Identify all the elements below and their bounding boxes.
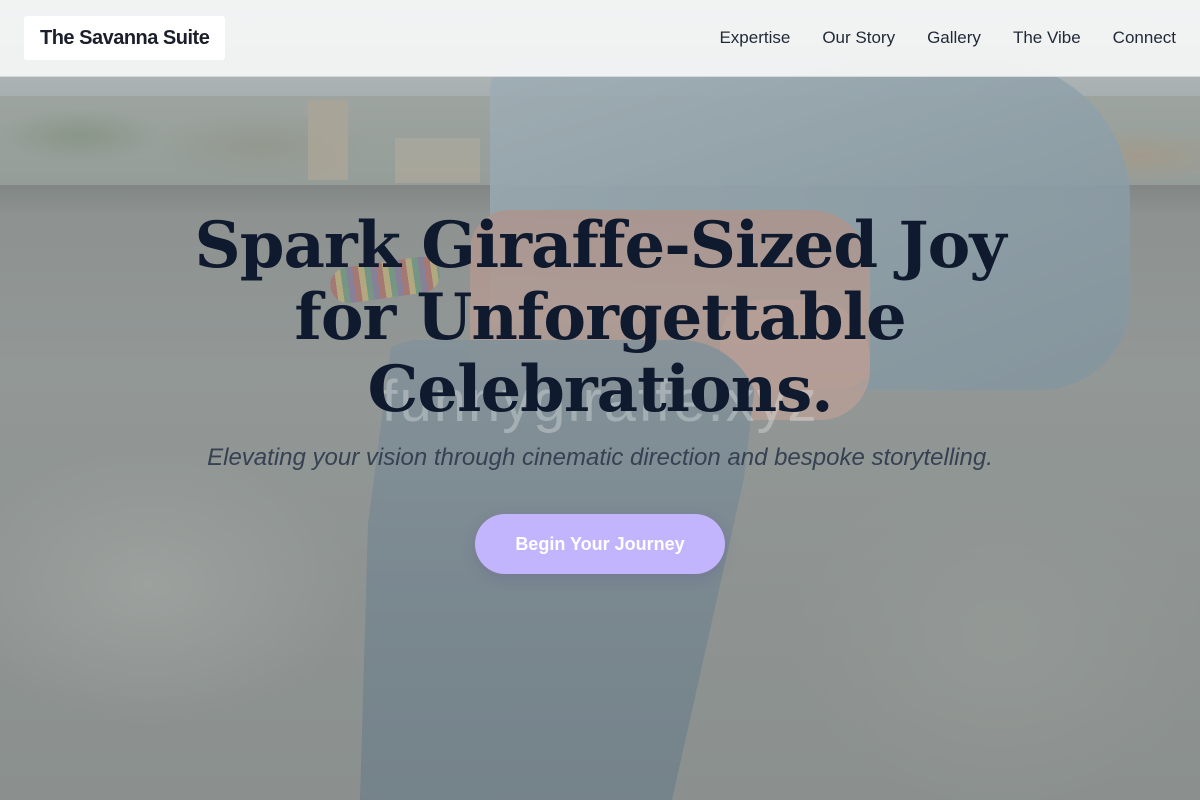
landing-page: funnygiraffe.xyz The Savanna Suite Exper… <box>0 0 1200 800</box>
top-navigation-bar: The Savanna Suite Expertise Our Story Ga… <box>0 0 1200 77</box>
nav-link-expertise[interactable]: Expertise <box>719 28 790 48</box>
hero-headline: Spark Giraffe-Sized Joy for Unforgettabl… <box>194 208 1006 427</box>
begin-journey-button[interactable]: Begin Your Journey <box>475 514 725 574</box>
nav-link-connect[interactable]: Connect <box>1113 28 1176 48</box>
hero-section: Spark Giraffe-Sized Joy for Unforgettabl… <box>0 210 1200 574</box>
brand-logo[interactable]: The Savanna Suite <box>24 16 226 60</box>
nav-links: Expertise Our Story Gallery The Vibe Con… <box>719 28 1176 48</box>
nav-link-gallery[interactable]: Gallery <box>927 28 981 48</box>
hero-subheadline: Elevating your vision through cinematic … <box>207 444 993 471</box>
nav-link-our-story[interactable]: Our Story <box>822 28 895 48</box>
nav-link-the-vibe[interactable]: The Vibe <box>1013 28 1081 48</box>
